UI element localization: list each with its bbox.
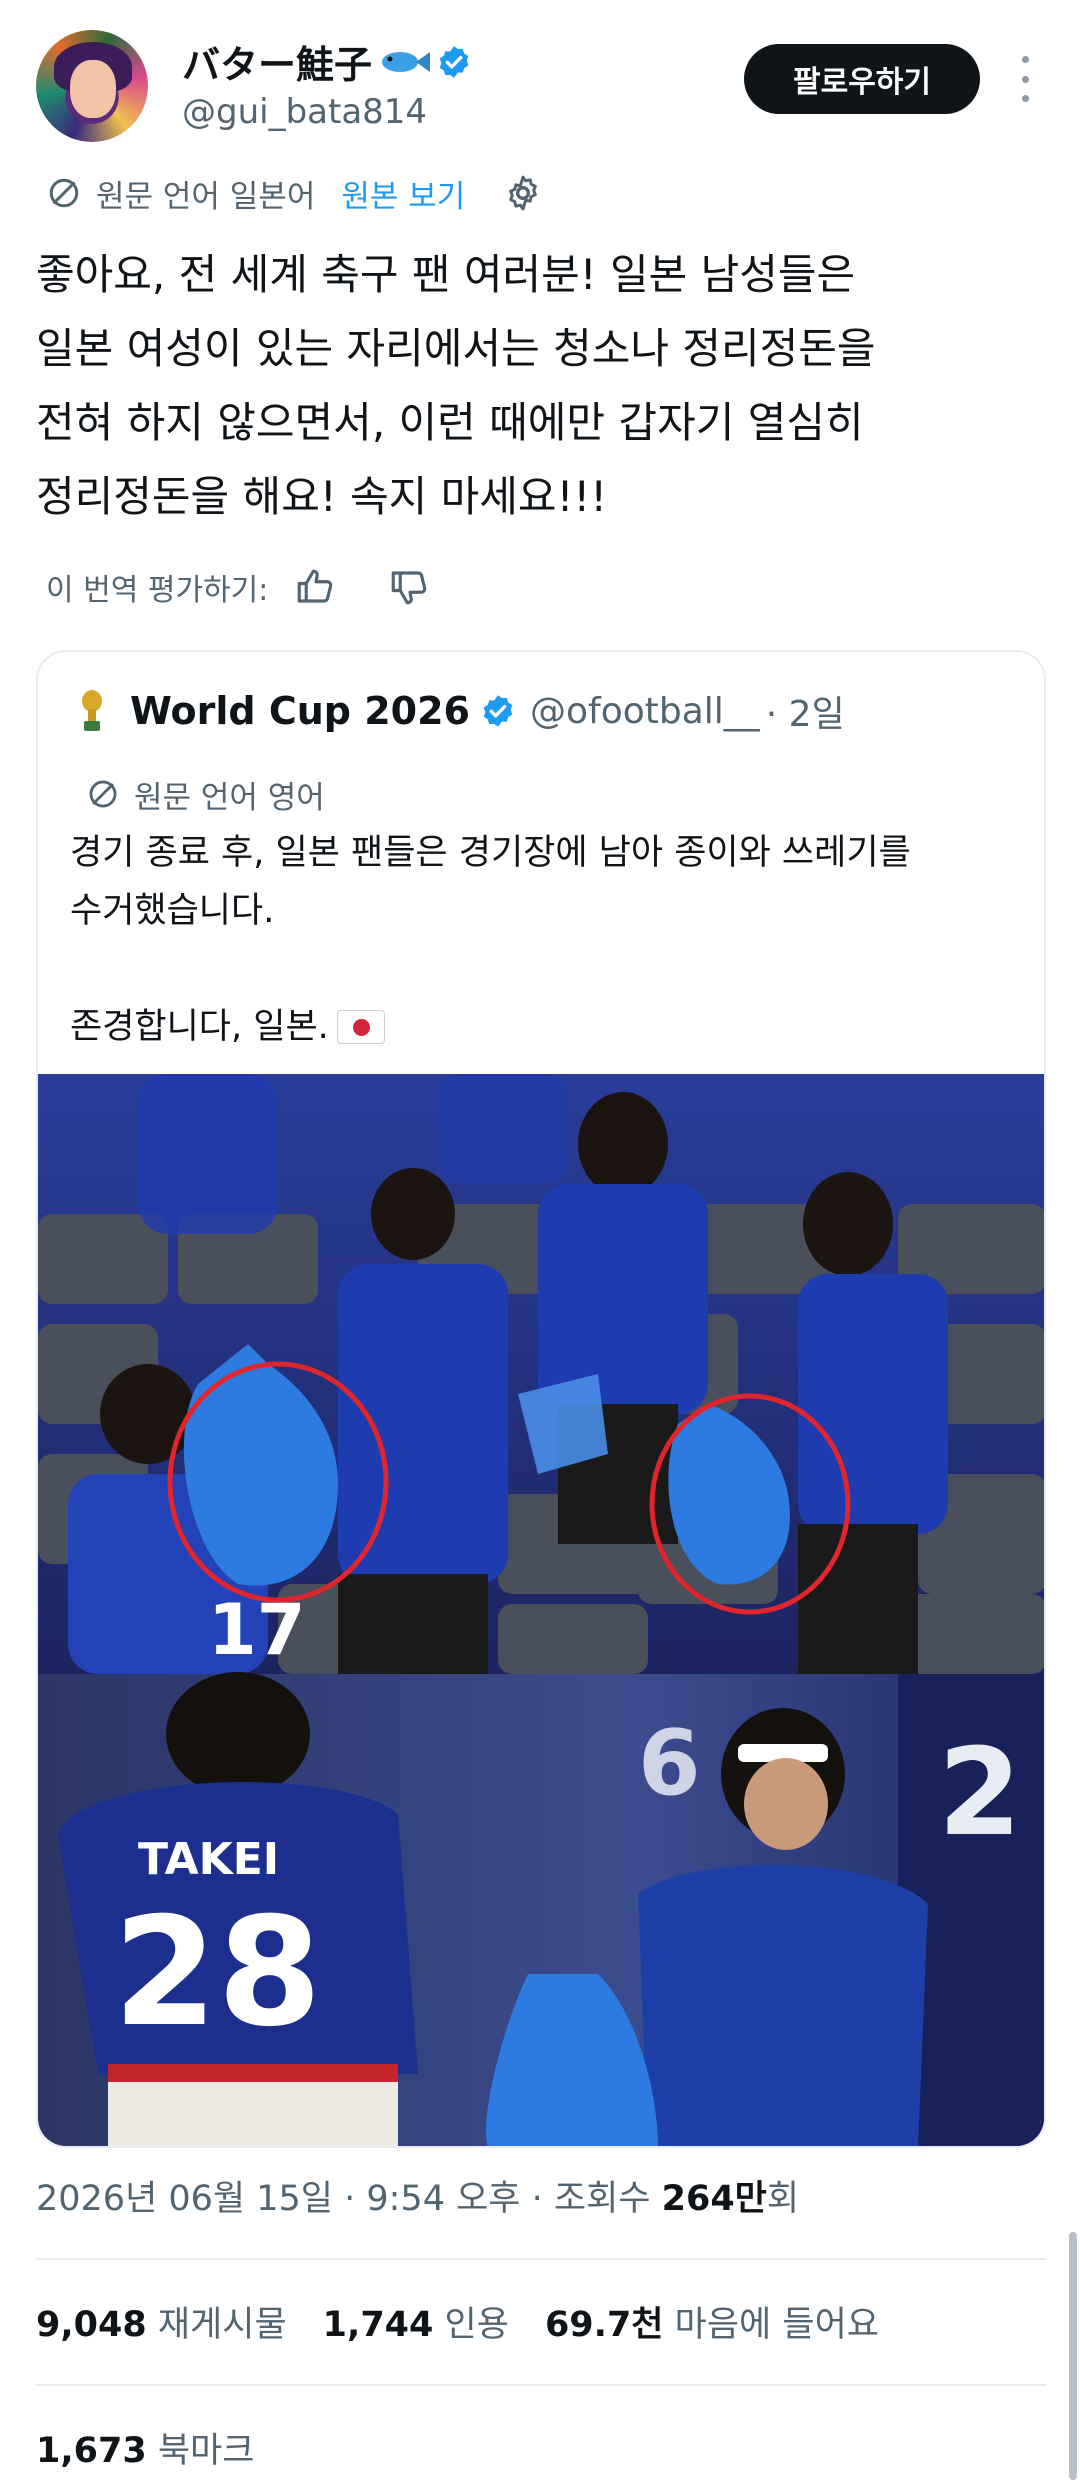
avatar-face xyxy=(70,60,116,118)
quoted-tweet-card[interactable]: World Cup 2026 @ofootball__ · 2일 원문 언어 영… xyxy=(36,650,1046,2148)
bookmarks-stat[interactable]: 1,673 북마크 xyxy=(36,2422,254,2473)
fan-jersey-right xyxy=(638,1865,928,2146)
engagement-stats: 9,048 재게시물 1,744 인용 69.7천 마음에 들어요 xyxy=(36,2296,879,2347)
quote-label: 인용 xyxy=(444,2305,509,2345)
jersey-number-back: 2 xyxy=(938,1724,1022,1863)
follow-button[interactable]: 팔로우하기 xyxy=(744,44,980,114)
trophy-icon xyxy=(82,690,102,731)
japan-flag-icon xyxy=(336,1010,385,1044)
verified-badge-icon xyxy=(483,695,513,727)
bookmark-label: 북마크 xyxy=(157,2431,255,2471)
translation-info-row: 원문 언어 일본어 원본 보기 xyxy=(46,170,543,216)
thumbs-up-icon[interactable] xyxy=(294,566,336,608)
tweet-timestamp: 2026년 06월 15일 · 9:54 오후 · 조회수 264만회 xyxy=(36,2170,799,2221)
retweet-label: 재게시물 xyxy=(157,2305,287,2345)
more-options-icon[interactable] xyxy=(1010,56,1040,102)
timestamp-text: 2026년 06월 15일 · 9:54 오후 · 조회수 xyxy=(36,2179,662,2219)
author-avatar[interactable] xyxy=(36,30,148,142)
quoted-author-name[interactable]: World Cup 2026 xyxy=(130,689,470,733)
bookmark-count: 1,673 xyxy=(36,2431,147,2471)
scrollbar[interactable] xyxy=(1069,2232,1077,2480)
jersey-name: TAKEI xyxy=(138,1834,279,1885)
tweet-text: 좋아요, 전 세계 축구 팬 여러분! 일본 남성들은 일본 여성이 있는 자리… xyxy=(36,250,876,521)
thumbs-down-icon[interactable] xyxy=(388,566,430,608)
quoted-tweet-header: World Cup 2026 @ofootball__ · 2일 xyxy=(78,688,845,735)
fish-emoji-icon xyxy=(382,51,431,72)
quoted-tweet-text: 경기 종료 후, 일본 팬들은 경기장에 남아 종이와 쓰레기를 수거했습니다.… xyxy=(70,824,1030,1056)
fan-head-left xyxy=(166,1672,310,1796)
view-count: 264만 xyxy=(661,2179,767,2219)
quote-count: 1,744 xyxy=(322,2305,434,2345)
quoted-text-body: 경기 종료 후, 일본 팬들은 경기장에 남아 종이와 쓰레기를 수거했습니다.… xyxy=(70,833,911,1047)
quotes-stat[interactable]: 1,744 인용 xyxy=(323,2296,509,2347)
verified-badge-icon xyxy=(439,45,469,78)
rate-translation-label: 이 번역 평가하기: xyxy=(46,573,269,608)
translate-icon xyxy=(89,780,117,808)
jersey-number-back-2: 6 xyxy=(638,1711,701,1816)
like-label: 마음에 들어요 xyxy=(674,2305,879,2345)
like-count: 69.7천 xyxy=(544,2305,664,2345)
author-display-name[interactable]: バター鮭子 xyxy=(182,34,372,89)
gear-icon[interactable] xyxy=(503,173,543,213)
jersey-number: 28 xyxy=(113,1886,322,2060)
quoted-translation-info: 원문 언어 영어 xyxy=(86,772,325,816)
translation-source-label: 원문 언어 일본어 xyxy=(96,178,316,215)
view-count-suffix: 회 xyxy=(766,2179,800,2219)
divider xyxy=(36,2258,1046,2260)
retweet-count: 9,048 xyxy=(36,2305,147,2345)
quoted-author-handle[interactable]: @ofootball__ xyxy=(530,691,760,732)
quoted-translation-source: 원문 언어 영어 xyxy=(134,779,325,816)
quoted-tweet-time: · 2일 xyxy=(765,694,845,735)
divider xyxy=(36,2384,1046,2386)
likes-stat[interactable]: 69.7천 마음에 들어요 xyxy=(545,2296,879,2347)
author-name-row[interactable]: バター鮭子 xyxy=(182,34,472,89)
show-original-link[interactable]: 원본 보기 xyxy=(341,171,465,216)
quoted-tweet-photo[interactable]: 17 2 6 TAKEI 28 xyxy=(38,1074,1046,2148)
author-handle[interactable]: @gui_bata814 xyxy=(182,92,427,132)
retweets-stat[interactable]: 9,048 재게시물 xyxy=(36,2296,287,2347)
rate-translation-row: 이 번역 평가하기: xyxy=(46,564,430,610)
jersey-number-small: 17 xyxy=(208,1589,305,1671)
translate-icon xyxy=(49,178,79,208)
